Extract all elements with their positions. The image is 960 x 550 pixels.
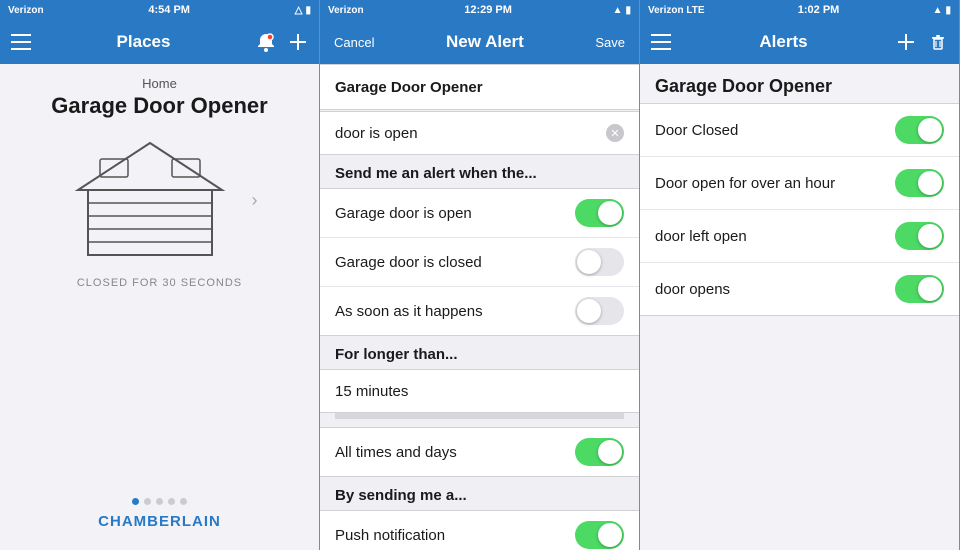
carrier-2: Verizon bbox=[328, 5, 364, 16]
alert-name-input-row[interactable]: ✕ bbox=[320, 111, 639, 155]
panel-new-alert: Verizon 12:29 PM ▲ ▮ Cancel New Alert Sa… bbox=[320, 0, 640, 550]
toggle-soon[interactable] bbox=[575, 297, 624, 325]
alert-label-2: door left open bbox=[655, 228, 747, 245]
dot-4 bbox=[168, 498, 175, 505]
alert-list-row-0: Door Closed bbox=[640, 104, 959, 157]
new-alert-scroll: Garage Door Opener ✕ Send me an alert wh… bbox=[320, 64, 639, 550]
alert-list-row-1: Door open for over an hour bbox=[640, 157, 959, 210]
nav-bar-2: Cancel New Alert Save bbox=[320, 20, 639, 64]
time-1: 4:54 PM bbox=[148, 4, 190, 16]
clear-button[interactable]: ✕ bbox=[606, 124, 624, 142]
battery-icon: ▮ bbox=[305, 5, 311, 16]
alert-list-row-2: door left open bbox=[640, 210, 959, 263]
device-name-section: Garage Door Opener bbox=[320, 64, 639, 110]
alert-label-3: door opens bbox=[655, 281, 730, 298]
alerts-list: Door Closed Door open for over an hour d… bbox=[640, 103, 959, 316]
nav-bar-1: Places bbox=[0, 20, 319, 64]
alert-row-closed: Garage door is closed bbox=[320, 238, 639, 287]
toggle-alert-0[interactable] bbox=[895, 116, 944, 144]
trash-icon[interactable] bbox=[927, 31, 949, 53]
all-times-section: All times and days bbox=[320, 427, 639, 477]
toggle-alert-3[interactable] bbox=[895, 275, 944, 303]
garage-svg bbox=[70, 135, 230, 265]
alert-list-row-3: door opens bbox=[640, 263, 959, 315]
lte-icon: ▲ bbox=[933, 5, 943, 16]
alert-conditions-section: Garage door is open Garage door is close… bbox=[320, 188, 639, 336]
add-alert-icon[interactable] bbox=[895, 31, 917, 53]
battery-icon-2: ▮ bbox=[625, 5, 631, 16]
all-times-row: All times and days bbox=[320, 428, 639, 476]
send-alert-header: Send me an alert when the... bbox=[320, 155, 639, 188]
places-title: Places bbox=[117, 32, 171, 52]
save-button[interactable]: Save bbox=[591, 31, 629, 54]
alert-row-soon: As soon as it happens bbox=[320, 287, 639, 335]
slider-track[interactable] bbox=[335, 413, 624, 419]
hamburger-icon-3[interactable] bbox=[650, 31, 672, 53]
push-row: Push notification bbox=[320, 511, 639, 550]
icons-1: △ ▮ bbox=[295, 5, 311, 16]
minutes-value: 15 minutes bbox=[335, 383, 408, 400]
push-label: Push notification bbox=[335, 527, 445, 544]
time-2: 12:29 PM bbox=[464, 4, 512, 16]
alert-row-open: Garage door is open bbox=[320, 189, 639, 238]
alerts-content: Garage Door Opener Door Closed Door open… bbox=[640, 64, 959, 550]
status-bar-1: Verizon 4:54 PM △ ▮ bbox=[0, 0, 319, 20]
toggle-alert-1[interactable] bbox=[895, 169, 944, 197]
home-label: Home bbox=[142, 76, 177, 91]
icons-3: ▲ ▮ bbox=[933, 5, 951, 16]
chevron-right-icon: › bbox=[252, 190, 258, 211]
dot-2 bbox=[144, 498, 151, 505]
all-times-label: All times and days bbox=[335, 444, 457, 461]
toggle-alert-2[interactable] bbox=[895, 222, 944, 250]
toggle-door-closed[interactable] bbox=[575, 248, 624, 276]
toggle-door-open[interactable] bbox=[575, 199, 624, 227]
device-status-label: CLOSED FOR 30 SECONDS bbox=[77, 277, 242, 289]
toggle-push[interactable] bbox=[575, 521, 624, 549]
nav-bar-3: Alerts bbox=[640, 20, 959, 64]
dot-3 bbox=[156, 498, 163, 505]
time-3: 1:02 PM bbox=[798, 4, 840, 16]
carrier-3: Verizon LTE bbox=[648, 5, 705, 16]
add-icon[interactable] bbox=[287, 31, 309, 53]
dot-1 bbox=[132, 498, 139, 505]
panel-alerts: Verizon LTE 1:02 PM ▲ ▮ Alerts Garage Do… bbox=[640, 0, 960, 550]
panel1-footer: CHAMBERLAIN bbox=[98, 486, 221, 538]
brand-logo: CHAMBERLAIN bbox=[98, 513, 221, 530]
for-longer-header: For longer than... bbox=[320, 336, 639, 369]
device-title-1: Garage Door Opener bbox=[51, 93, 267, 119]
places-content: Home Garage Door Opener › CLOSED FOR 30 … bbox=[0, 64, 319, 550]
alert-soon-label: As soon as it happens bbox=[335, 303, 483, 320]
device-name-label: Garage Door Opener bbox=[335, 79, 483, 96]
dot-indicators bbox=[132, 498, 187, 505]
toggle-all-times[interactable] bbox=[575, 438, 624, 466]
alert-label-0: Door Closed bbox=[655, 122, 738, 139]
panel-places: Verizon 4:54 PM △ ▮ Places Home Garage D… bbox=[0, 0, 320, 550]
device-name-row: Garage Door Opener bbox=[320, 65, 639, 109]
alert-open-label: Garage door is open bbox=[335, 205, 472, 222]
status-bar-2: Verizon 12:29 PM ▲ ▮ bbox=[320, 0, 639, 20]
alert-name-input[interactable] bbox=[335, 125, 606, 142]
alerts-device-name: Garage Door Opener bbox=[640, 64, 959, 103]
garage-image-container[interactable]: › bbox=[70, 135, 250, 265]
wifi-icon: △ bbox=[295, 5, 303, 16]
signal-icon: ▲ bbox=[613, 5, 623, 16]
by-sending-header: By sending me a... bbox=[320, 477, 639, 510]
dot-5 bbox=[180, 498, 187, 505]
carrier-1: Verizon bbox=[8, 5, 44, 16]
icons-2: ▲ ▮ bbox=[613, 5, 631, 16]
alert-label-1: Door open for over an hour bbox=[655, 175, 835, 192]
minutes-row: 15 minutes bbox=[320, 369, 639, 413]
hamburger-icon[interactable] bbox=[10, 31, 32, 53]
new-alert-title: New Alert bbox=[446, 32, 524, 52]
alerts-title: Alerts bbox=[759, 32, 807, 52]
status-bar-3: Verizon LTE 1:02 PM ▲ ▮ bbox=[640, 0, 959, 20]
push-section: Push notification bbox=[320, 510, 639, 550]
bell-icon[interactable] bbox=[255, 31, 277, 53]
alert-closed-label: Garage door is closed bbox=[335, 254, 482, 271]
cancel-button[interactable]: Cancel bbox=[330, 31, 378, 54]
battery-icon-3: ▮ bbox=[945, 5, 951, 16]
